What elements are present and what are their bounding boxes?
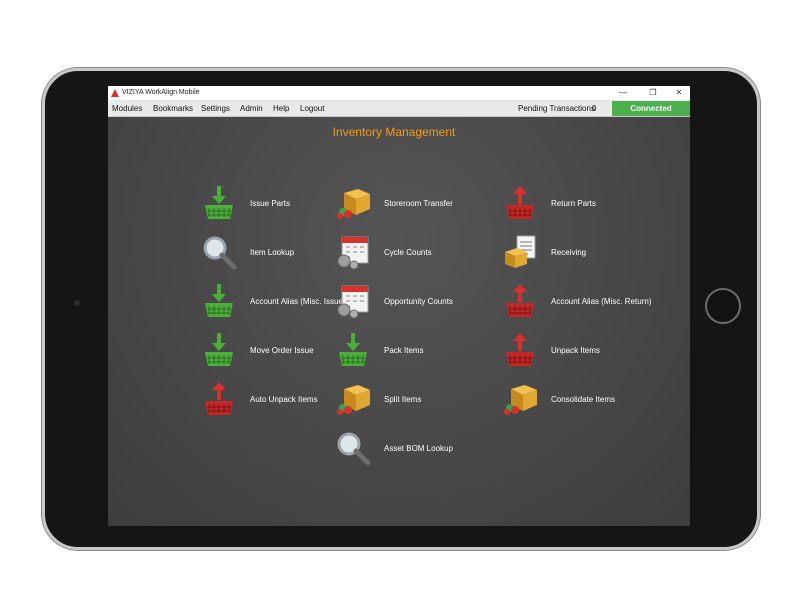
- tile-label: Account Alias (Misc. Return): [551, 296, 652, 306]
- basket-down-icon: [205, 186, 233, 219]
- magnifier-icon: [203, 236, 237, 270]
- tile-label: Asset BOM Lookup: [384, 443, 453, 453]
- home-button[interactable]: [705, 288, 741, 324]
- pending-transactions-label: Pending Transactions: [518, 104, 595, 113]
- tile-cycle-counts[interactable]: Cycle Counts: [334, 232, 499, 272]
- menu-logout[interactable]: Logout: [300, 104, 324, 113]
- tile-label: Cycle Counts: [384, 247, 432, 257]
- tile-label: Storeroom Transfer: [384, 198, 453, 208]
- tile-account-alias-misc-return[interactable]: Account Alias (Misc. Return): [501, 281, 666, 321]
- app-screen: VIZIYA WorkAlign Mobile — ❐ ✕ Modules Bo…: [108, 86, 690, 526]
- minimize-button[interactable]: —: [616, 87, 630, 99]
- basket-down-icon: [205, 333, 233, 366]
- calendar-gears-icon: [337, 236, 369, 270]
- box-transfer-icon: [337, 189, 370, 219]
- tile-label: Receiving: [551, 247, 587, 257]
- tile-pack-items[interactable]: Pack Items: [334, 330, 499, 370]
- box-transfer-icon: [337, 385, 370, 415]
- basket-up-icon: [506, 284, 534, 317]
- basket-up-icon: [506, 333, 534, 366]
- menu-admin[interactable]: Admin: [240, 104, 263, 113]
- window-title: VIZIYA WorkAlign Mobile: [122, 89, 200, 96]
- camera-dot: [74, 300, 80, 306]
- menu-bookmarks[interactable]: Bookmarks: [153, 104, 193, 113]
- tile-label: Unpack Items: [551, 345, 600, 355]
- restore-button[interactable]: ❐: [646, 87, 660, 99]
- tile-return-parts[interactable]: Return Parts: [501, 183, 666, 223]
- basket-up-icon: [205, 382, 233, 415]
- tile-label: Opportunity Counts: [384, 296, 453, 306]
- tile-split-items[interactable]: Split Items: [334, 379, 499, 419]
- tile-storeroom-transfer[interactable]: Storeroom Transfer: [334, 183, 499, 223]
- menu-modules[interactable]: Modules: [112, 104, 142, 113]
- tile-opportunity-counts[interactable]: Opportunity Counts: [334, 281, 499, 321]
- tile-label: Split Items: [384, 394, 422, 404]
- tile-receiving[interactable]: Receiving: [501, 232, 666, 272]
- basket-up-icon: [506, 186, 534, 219]
- connection-status: Connected: [612, 101, 690, 116]
- page-title: Inventory Management: [332, 125, 456, 139]
- tile-asset-bom-lookup[interactable]: Asset BOM Lookup: [334, 428, 499, 468]
- menu-bar: Modules Bookmarks Settings Admin Help Lo…: [108, 100, 690, 117]
- pending-transactions-count: 0: [592, 104, 597, 113]
- tile-consolidate-items[interactable]: Consolidate Items: [501, 379, 666, 419]
- magnifier-icon: [337, 432, 371, 466]
- box-transfer-icon: [504, 385, 537, 415]
- menu-help[interactable]: Help: [273, 104, 289, 113]
- box-clipboard-icon: [505, 235, 536, 268]
- basket-down-icon: [339, 333, 367, 366]
- close-button[interactable]: ✕: [672, 87, 686, 99]
- app-logo-icon: [111, 89, 119, 97]
- calendar-gears-icon: [337, 285, 369, 319]
- tile-label: Pack Items: [384, 345, 424, 355]
- basket-down-icon: [205, 284, 233, 317]
- tile-unpack-items[interactable]: Unpack Items: [501, 330, 666, 370]
- menu-settings[interactable]: Settings: [201, 104, 230, 113]
- tile-label: Return Parts: [551, 198, 596, 208]
- tile-label: Consolidate Items: [551, 394, 616, 404]
- window-titlebar: VIZIYA WorkAlign Mobile — ❐ ✕: [108, 86, 690, 100]
